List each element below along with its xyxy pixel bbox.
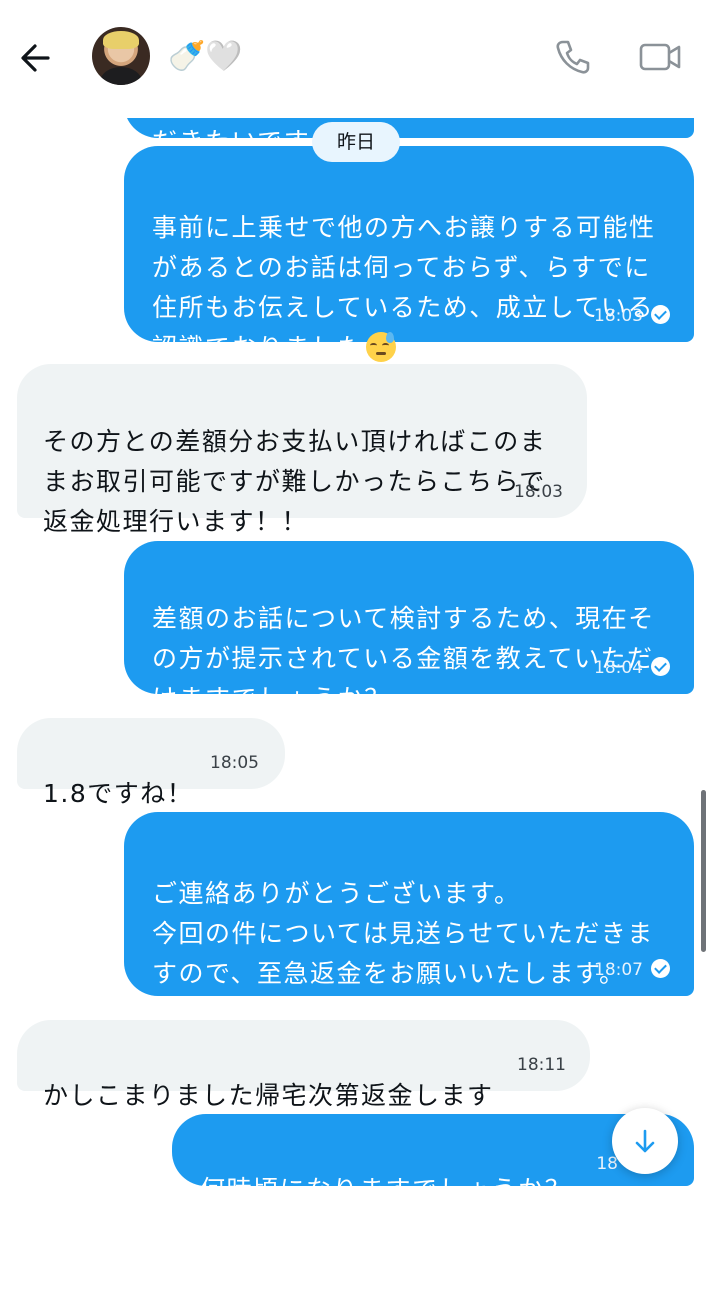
read-check-icon	[651, 959, 670, 978]
scrollbar[interactable]	[701, 790, 706, 952]
message-bubble: かしこまりました帰宅次第返金します 18:11	[17, 1020, 590, 1110]
message-bubble: その方との差額分お支払い頂ければこのま まお取引可能ですが難しかったらこちらで …	[17, 364, 587, 536]
phone-icon	[556, 40, 590, 74]
message-bubble: ご連絡ありがとうございます。 今回の件については見送らせていただきま すので、至…	[124, 812, 694, 996]
conversation-name[interactable]: 🍼🤍	[168, 38, 243, 76]
message-bubble: 差額のお話について検討するため、現在そ の方が提示されている金額を教えていただ …	[124, 541, 694, 713]
message-text: 1.8ですね！	[43, 779, 194, 808]
read-check-icon	[651, 305, 670, 324]
message-time: 18:11	[517, 1055, 566, 1075]
message-time: 18:04	[594, 658, 643, 678]
message-text: ご連絡ありがとうございます。 今回の件については見送らせていただきま すので、至…	[152, 879, 654, 988]
video-call-button[interactable]	[638, 40, 682, 74]
sweat-face-emoji	[366, 332, 397, 362]
back-button[interactable]	[18, 38, 58, 78]
date-divider: 昨日	[312, 122, 400, 162]
message-text: だきたいです。	[152, 122, 666, 138]
message-text: 事前に上乗せで他の方へお譲りする可能性 があるとのお話は伺っておらず、らすでに …	[152, 213, 656, 362]
arrow-down-icon	[635, 1129, 655, 1153]
conversation-header: 🍼🤍	[0, 0, 712, 118]
message-time: 18:05	[210, 753, 259, 773]
message-time: 18:03	[514, 482, 563, 502]
message-time: 18:03	[594, 306, 643, 326]
scroll-to-bottom-button[interactable]	[612, 1108, 678, 1174]
video-camera-icon	[639, 43, 681, 71]
message-text: 何時頃になりますでしょうか？	[200, 1175, 572, 1204]
message-bubble: 事前に上乗せで他の方へお譲りする可能性 があるとのお話は伺っておらず、らすでに …	[124, 146, 694, 362]
avatar[interactable]	[92, 27, 150, 85]
arrow-left-icon	[21, 44, 50, 72]
message-text: かしこまりました帰宅次第返金します	[43, 1081, 494, 1110]
message-list[interactable]: だきたいです。 昨日 事前に上乗せで他の方へお譲りする可能性 があるとのお話は伺…	[0, 0, 712, 1204]
message-text: 差額のお話について検討するため、現在そ の方が提示されている金額を教えていただ …	[152, 604, 655, 713]
message-bubble: 1.8ですね！ 18:05	[17, 718, 285, 808]
message-text: その方との差額分お支払い頂ければこのま まお取引可能ですが難しかったらこちらで …	[43, 427, 547, 536]
read-check-icon	[651, 657, 670, 676]
message-time: 18:07	[594, 960, 643, 980]
call-button[interactable]	[554, 38, 592, 76]
